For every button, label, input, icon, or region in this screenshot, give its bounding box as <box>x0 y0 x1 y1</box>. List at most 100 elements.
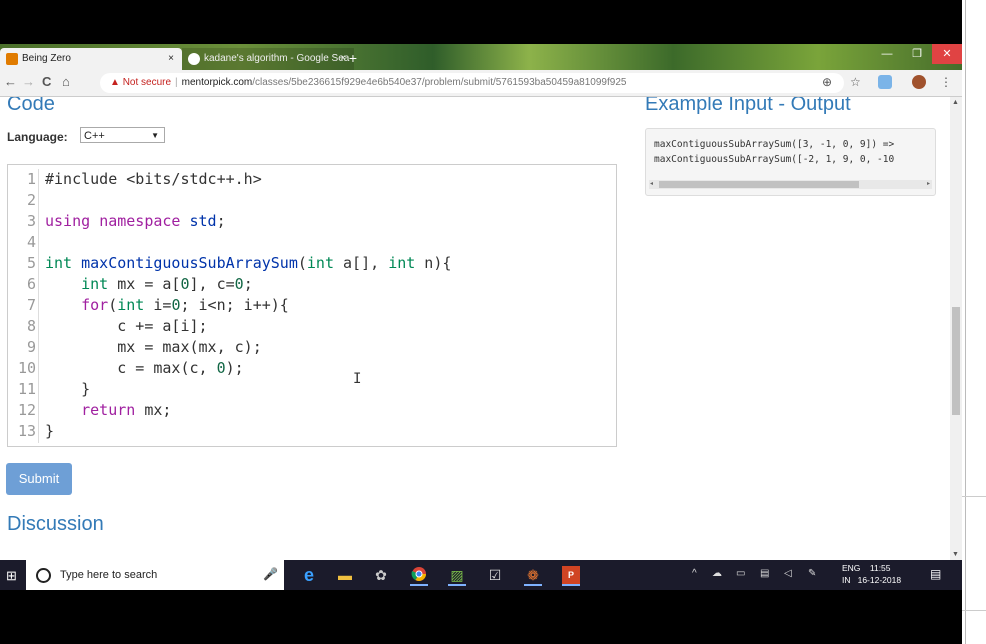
line-number: 5 <box>26 254 36 272</box>
taskbar: ⊞ Type here to search 🎤 e ▬ ✿ ▨ ☑ ❁ P ^ … <box>0 560 962 590</box>
desktop-screen: Being Zero × kadane's algorithm - Google… <box>0 0 962 644</box>
forward-button[interactable]: → <box>22 74 35 89</box>
language-value: C++ <box>84 130 105 142</box>
page-scrollbar[interactable]: ▲ ▼ <box>950 97 962 560</box>
language-label: Language: <box>7 130 68 144</box>
google-favicon <box>188 53 200 65</box>
page-content: Code Language: C++ ▼ 1 2 3 4 5 6 7 8 9 1… <box>0 97 950 560</box>
bookmark-star-icon[interactable]: ☆ <box>850 75 861 89</box>
onedrive-icon[interactable]: ☁ <box>712 568 722 579</box>
line-number: 8 <box>26 317 36 335</box>
url-host: mentorpick.com <box>181 77 253 88</box>
submit-button[interactable]: Submit <box>6 463 72 495</box>
code-line: c += a[i]; <box>45 317 208 335</box>
chrome-icon[interactable] <box>410 566 428 586</box>
tab-strip: Being Zero × kadane's algorithm - Google… <box>0 44 962 70</box>
line-number: 10 <box>17 359 36 377</box>
warning-icon: ▲ <box>110 77 120 88</box>
region-code: IN <box>842 575 851 585</box>
line-number: 4 <box>26 233 36 251</box>
code-line: } <box>45 380 91 398</box>
code-line: } <box>45 422 55 440</box>
line-number: 6 <box>26 275 36 293</box>
close-window-button[interactable]: ✕ <box>932 44 962 64</box>
tray-chevron-icon[interactable]: ^ <box>692 568 697 579</box>
url-input[interactable]: ▲ Not secure | mentorpick.com/classes/5be2… <box>100 73 844 93</box>
profile-avatar[interactable] <box>912 75 926 89</box>
tab-title: kadane's algorithm - Google Sea <box>204 53 350 64</box>
home-button[interactable]: ⌂ <box>62 74 70 89</box>
chevron-down-icon: ▼ <box>151 131 159 140</box>
scroll-down-icon[interactable]: ▼ <box>952 551 959 558</box>
example-code-box: maxContiguousSubArraySum([3, -1, 0, 9]) … <box>645 128 936 196</box>
address-toolbar: ← → C ⌂ ▲ Not secure | mentorpick.com/clas… <box>0 70 962 97</box>
scroll-left-icon[interactable]: ◂ <box>650 180 653 187</box>
code-line: #include <bits/stdc++.h> <box>45 170 262 188</box>
language-select[interactable]: C++ ▼ <box>80 127 165 143</box>
line-number: 9 <box>26 338 36 356</box>
line-number: 12 <box>17 401 36 419</box>
new-tab-button[interactable]: + <box>342 50 364 66</box>
paint-icon[interactable]: ❁ <box>524 566 542 586</box>
line-number: 3 <box>26 212 36 230</box>
example-horizontal-scrollbar[interactable]: ◂ ▸ <box>649 180 932 189</box>
taskbar-search-input[interactable]: Type here to search 🎤 <box>26 560 284 590</box>
zoom-icon[interactable]: ⊕ <box>822 75 832 89</box>
tab-close-icon[interactable]: × <box>168 48 174 70</box>
code-heading: Code <box>7 97 55 115</box>
code-line: mx = max(mx, c); <box>45 338 262 356</box>
scrollbar-thumb[interactable] <box>952 307 960 415</box>
line-number: 1 <box>26 170 36 188</box>
microphone-icon[interactable]: 🎤 <box>263 567 278 581</box>
action-center-icon[interactable]: ▤ <box>930 567 941 581</box>
line-number: 11 <box>17 380 36 398</box>
code-line: for(int i=0; i<n; i++){ <box>81 296 289 314</box>
example-line: maxContiguousSubArraySum([-2, 1, 9, 0, -… <box>654 154 895 165</box>
clock-time: 11:55 <box>869 563 891 573</box>
windows-start-icon[interactable]: ⊞ <box>6 568 17 584</box>
notepad-icon[interactable]: ▨ <box>448 566 466 586</box>
adjacent-window-edge <box>962 0 986 644</box>
being-zero-favicon <box>6 53 18 65</box>
text-cursor-icon: I <box>353 371 362 387</box>
code-line: using namespace std; <box>45 212 226 230</box>
language-and-clock[interactable]: ENG 11:55 IN 16-12-2018 <box>842 562 901 586</box>
code-line: return mx; <box>81 401 172 419</box>
menu-dots-icon[interactable]: ⋮ <box>940 75 952 89</box>
task-view-icon[interactable]: ☑ <box>486 566 504 584</box>
line-number: 2 <box>26 191 36 209</box>
volume-icon[interactable]: ◁ <box>784 568 792 579</box>
scrollbar-thumb[interactable] <box>659 181 859 188</box>
cortana-icon <box>36 568 51 583</box>
restore-button[interactable]: ❐ <box>902 44 932 64</box>
example-heading: Example Input - Output <box>645 97 851 115</box>
line-number: 13 <box>17 422 36 440</box>
powerpoint-icon[interactable]: P <box>562 566 580 586</box>
code-line: int maxContiguousSubArraySum(int a[], in… <box>45 254 452 272</box>
scroll-right-icon[interactable]: ▸ <box>927 180 930 187</box>
edge-icon[interactable]: e <box>300 566 318 584</box>
url-path: /classes/5be236615f929e4e6b540e37/proble… <box>252 77 627 88</box>
minimize-button[interactable]: — <box>872 44 902 64</box>
extension-icon[interactable] <box>878 75 892 89</box>
example-line: maxContiguousSubArraySum([3, -1, 0, 9]) … <box>654 139 895 150</box>
app-icon[interactable]: ✿ <box>372 566 390 584</box>
language-code: ENG <box>842 563 861 573</box>
security-status[interactable]: Not secure <box>123 77 171 88</box>
tab-title: Being Zero <box>22 53 71 64</box>
tab-google-search[interactable]: kadane's algorithm - Google Sea × <box>182 48 354 70</box>
back-button[interactable]: ← <box>4 74 17 89</box>
pen-icon[interactable]: ✎ <box>808 568 816 579</box>
scroll-up-icon[interactable]: ▲ <box>952 99 959 106</box>
tab-being-zero[interactable]: Being Zero × <box>0 48 182 70</box>
network-icon[interactable]: ▤ <box>760 568 769 579</box>
clock-date: 16-12-2018 <box>857 575 902 585</box>
line-number: 7 <box>26 296 36 314</box>
code-line: int mx = a[0], c=0; <box>81 275 253 293</box>
discussion-heading: Discussion <box>7 513 104 535</box>
reload-button[interactable]: C <box>42 74 51 89</box>
code-editor[interactable]: 1 2 3 4 5 6 7 8 9 10 11 12 13 #include <… <box>7 164 617 447</box>
code-line: c = max(c, 0); <box>45 359 244 377</box>
battery-icon[interactable]: ▭ <box>736 568 745 579</box>
file-explorer-icon[interactable]: ▬ <box>336 566 354 584</box>
